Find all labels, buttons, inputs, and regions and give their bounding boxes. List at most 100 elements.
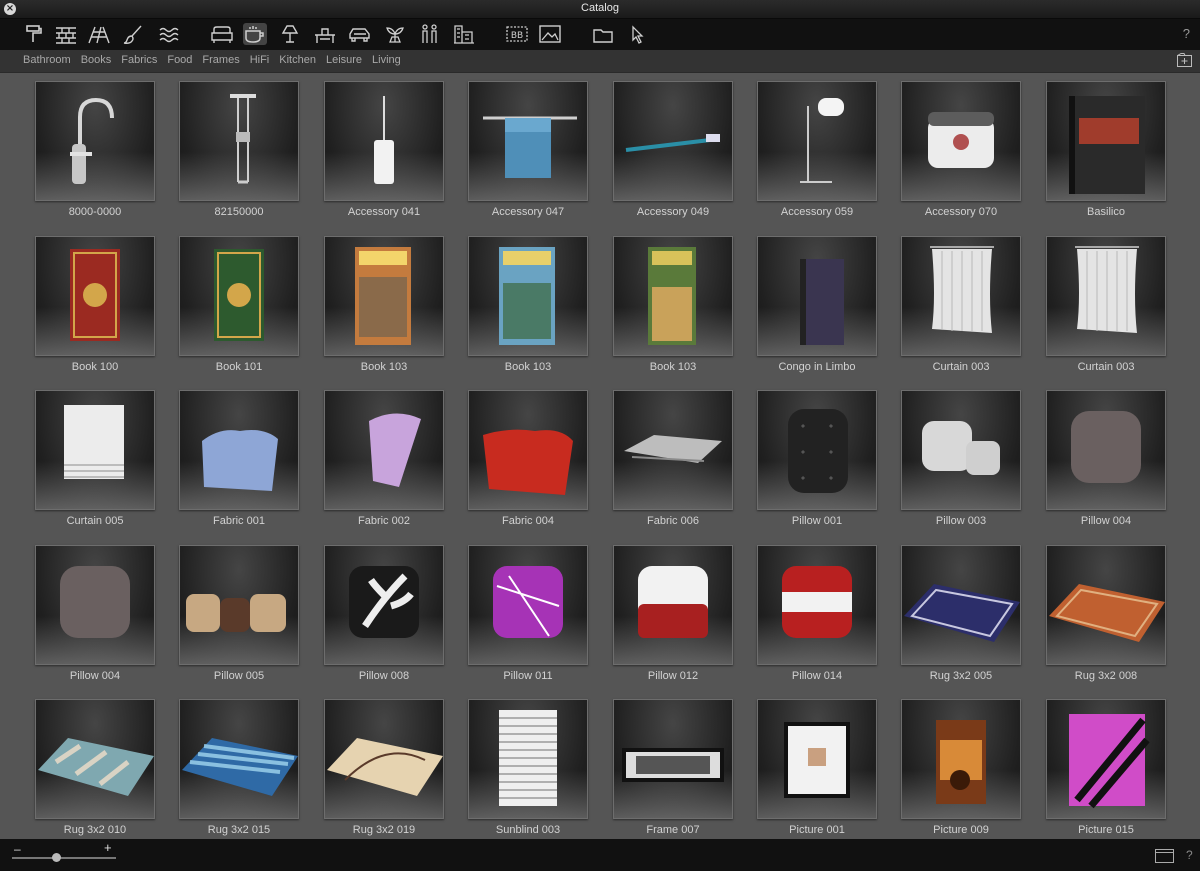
catalog-item[interactable]: Rug 3x2 010	[35, 699, 155, 847]
paint-roller-icon[interactable]	[22, 23, 46, 45]
item-thumbnail[interactable]	[179, 236, 299, 356]
item-thumbnail[interactable]	[1046, 390, 1166, 510]
lamp-icon[interactable]	[278, 23, 302, 45]
catalog-item[interactable]: Accessory 070	[901, 81, 1021, 229]
item-thumbnail[interactable]	[901, 390, 1021, 510]
item-thumbnail[interactable]	[1046, 699, 1166, 819]
catalog-item[interactable]: Picture 001	[757, 699, 877, 847]
catalog-item[interactable]: Book 101	[179, 236, 299, 384]
desk-icon[interactable]	[313, 23, 337, 45]
catalog-item[interactable]: Rug 3x2 008	[1046, 545, 1166, 693]
category-fabrics[interactable]: Fabrics	[121, 54, 157, 66]
item-thumbnail[interactable]	[35, 390, 155, 510]
catalog-item[interactable]: 82150000	[179, 81, 299, 229]
item-thumbnail[interactable]	[324, 545, 444, 665]
catalog-item[interactable]: Frame 007	[613, 699, 733, 847]
catalog-item[interactable]: Book 103	[324, 236, 444, 384]
category-kitchen[interactable]: Kitchen	[279, 54, 316, 66]
catalog-item[interactable]: Accessory 049	[613, 81, 733, 229]
catalog-item[interactable]: Fabric 002	[324, 390, 444, 538]
item-thumbnail[interactable]	[901, 545, 1021, 665]
catalog-item[interactable]: Rug 3x2 015	[179, 699, 299, 847]
catalog-item[interactable]: Congo in Limbo	[757, 236, 877, 384]
item-thumbnail[interactable]	[179, 81, 299, 201]
catalog-item[interactable]: Pillow 001	[757, 390, 877, 538]
catalog-item[interactable]: Rug 3x2 005	[901, 545, 1021, 693]
catalog-item[interactable]: Curtain 005	[35, 390, 155, 538]
water-waves-icon[interactable]	[158, 23, 182, 45]
view-mode-icon[interactable]	[1155, 849, 1174, 863]
catalog-item[interactable]: Curtain 003	[1046, 236, 1166, 384]
catalog-item[interactable]: Picture 009	[901, 699, 1021, 847]
help-icon[interactable]: ?	[1186, 848, 1193, 862]
category-bathroom[interactable]: Bathroom	[23, 54, 71, 66]
brush-icon[interactable]	[122, 23, 146, 45]
catalog-item[interactable]: Fabric 006	[613, 390, 733, 538]
item-thumbnail[interactable]	[468, 545, 588, 665]
item-thumbnail[interactable]	[1046, 545, 1166, 665]
item-thumbnail[interactable]	[901, 236, 1021, 356]
cursor-icon[interactable]	[625, 23, 649, 45]
category-leisure[interactable]: Leisure	[326, 54, 362, 66]
category-hifi[interactable]: HiFi	[250, 54, 270, 66]
category-food[interactable]: Food	[167, 54, 192, 66]
catalog-item[interactable]: Rug 3x2 019	[324, 699, 444, 847]
item-thumbnail[interactable]	[901, 81, 1021, 201]
item-thumbnail[interactable]	[1046, 236, 1166, 356]
zoom-slider-knob[interactable]	[52, 853, 61, 862]
sofa-icon[interactable]	[210, 23, 234, 45]
item-thumbnail[interactable]	[35, 699, 155, 819]
item-thumbnail[interactable]	[613, 545, 733, 665]
item-thumbnail[interactable]	[324, 81, 444, 201]
folder-icon[interactable]	[591, 23, 615, 45]
catalog-item[interactable]: Book 100	[35, 236, 155, 384]
catalog-item[interactable]: Accessory 059	[757, 81, 877, 229]
catalog-item[interactable]: Pillow 004	[1046, 390, 1166, 538]
item-thumbnail[interactable]	[324, 699, 444, 819]
catalog-item[interactable]: Picture 015	[1046, 699, 1166, 847]
car-icon[interactable]	[348, 23, 372, 45]
help-icon[interactable]: ?	[1183, 26, 1190, 41]
item-thumbnail[interactable]	[35, 236, 155, 356]
catalog-item[interactable]: Basilico	[1046, 81, 1166, 229]
category-books[interactable]: Books	[81, 54, 112, 66]
item-thumbnail[interactable]	[324, 236, 444, 356]
catalog-item[interactable]: Pillow 011	[468, 545, 588, 693]
item-thumbnail[interactable]	[613, 699, 733, 819]
catalog-item[interactable]: Book 103	[613, 236, 733, 384]
item-thumbnail[interactable]	[757, 236, 877, 356]
catalog-item[interactable]: Sunblind 003	[468, 699, 588, 847]
item-thumbnail[interactable]	[324, 390, 444, 510]
billboard-icon[interactable]: BB	[505, 23, 529, 45]
brick-wall-icon[interactable]	[54, 23, 78, 45]
catalog-item[interactable]: Pillow 008	[324, 545, 444, 693]
item-thumbnail[interactable]	[757, 390, 877, 510]
people-icon[interactable]	[418, 23, 442, 45]
category-living[interactable]: Living	[372, 54, 401, 66]
catalog-item[interactable]: Accessory 047	[468, 81, 588, 229]
catalog-item[interactable]: Pillow 014	[757, 545, 877, 693]
catalog-item[interactable]: Fabric 004	[468, 390, 588, 538]
item-thumbnail[interactable]	[757, 545, 877, 665]
item-thumbnail[interactable]	[757, 699, 877, 819]
catalog-item[interactable]: 8000-0000	[35, 81, 155, 229]
item-thumbnail[interactable]	[179, 699, 299, 819]
item-thumbnail[interactable]	[468, 81, 588, 201]
catalog-item[interactable]: Pillow 012	[613, 545, 733, 693]
item-thumbnail[interactable]	[179, 390, 299, 510]
item-thumbnail[interactable]	[35, 81, 155, 201]
category-frames[interactable]: Frames	[202, 54, 239, 66]
building-icon[interactable]	[452, 23, 476, 45]
catalog-item[interactable]: Curtain 003	[901, 236, 1021, 384]
item-thumbnail[interactable]	[901, 699, 1021, 819]
item-thumbnail[interactable]	[1046, 81, 1166, 201]
catalog-item[interactable]: Accessory 041	[324, 81, 444, 229]
item-thumbnail[interactable]	[757, 81, 877, 201]
catalog-item[interactable]: Fabric 001	[179, 390, 299, 538]
catalog-item[interactable]: Pillow 004	[35, 545, 155, 693]
item-thumbnail[interactable]	[613, 236, 733, 356]
item-thumbnail[interactable]	[468, 699, 588, 819]
stairs-icon[interactable]	[87, 23, 111, 45]
picture-icon[interactable]	[538, 23, 562, 45]
item-thumbnail[interactable]	[613, 390, 733, 510]
